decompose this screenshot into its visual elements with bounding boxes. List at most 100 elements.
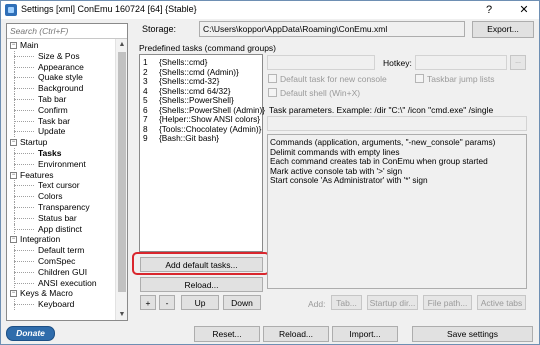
sidebar-item[interactable]: Background	[7, 83, 115, 94]
title-bar: Settings [xml] ConEmu 160724 [64] {Stabl…	[1, 1, 539, 19]
task-name-field[interactable]	[267, 55, 375, 70]
export-button[interactable]: Export...	[472, 21, 534, 38]
tree-connector	[14, 98, 34, 100]
sidebar-item-label: Quake style	[38, 72, 83, 83]
help-button[interactable]: ?	[475, 1, 503, 19]
scroll-thumb[interactable]	[118, 52, 126, 292]
collapse-icon[interactable]: −	[10, 290, 17, 298]
sidebar-item-label: Features	[20, 169, 54, 180]
settings-window: Settings [xml] ConEmu 160724 [64] {Stabl…	[0, 0, 540, 345]
sidebar-item-label: Confirm	[38, 104, 68, 115]
sidebar-item-label: Status bar	[38, 212, 77, 223]
commands-textarea[interactable]: Commands (application, arguments, "-new_…	[267, 134, 527, 289]
task-name: {Shells::cmd}	[159, 57, 208, 67]
reset-button[interactable]: Reset...	[194, 326, 260, 342]
scroll-down-arrow-icon[interactable]: ▼	[116, 309, 127, 320]
scroll-up-arrow-icon[interactable]: ▲	[116, 39, 127, 51]
active-tabs-button[interactable]: Active tabs	[477, 295, 526, 310]
reload-settings-button[interactable]: Reload...	[263, 326, 329, 342]
sidebar-item[interactable]: Appearance	[7, 61, 115, 73]
sidebar-item-label: Colors	[38, 191, 63, 202]
reload-tasks-button[interactable]: Reload...	[140, 277, 263, 292]
commands-hint-line: Start console 'As Administrator' with '*…	[270, 175, 428, 185]
sidebar-item[interactable]: − Main	[7, 40, 115, 51]
tree-connector	[14, 55, 34, 57]
sidebar-item[interactable]: Tab bar	[7, 93, 115, 105]
tree-line	[14, 180, 15, 192]
hotkey-field[interactable]	[415, 55, 507, 70]
sidebar-item[interactable]: Text cursor	[7, 180, 115, 192]
donate-button[interactable]: Donate	[6, 326, 55, 341]
sidebar-item[interactable]: Update	[7, 126, 115, 138]
sidebar-item[interactable]: ANSI execution	[7, 277, 115, 289]
sidebar-item[interactable]: ComSpec	[7, 255, 115, 267]
add-task-button[interactable]: +	[140, 295, 156, 310]
sidebar-item[interactable]: Confirm	[7, 104, 115, 116]
storage-label: Storage:	[142, 24, 177, 34]
save-settings-button[interactable]: Save settings	[412, 326, 533, 342]
conemu-app-icon	[5, 4, 17, 16]
sidebar-item[interactable]: Task bar	[7, 115, 115, 127]
task-parameters-field[interactable]	[267, 116, 527, 131]
sidebar-item[interactable]: Size & Pos	[7, 50, 115, 62]
taskbar-jumplist-checkbox[interactable]: Taskbar jump lists	[415, 74, 495, 84]
collapse-icon[interactable]: −	[10, 236, 17, 244]
default-shell-checkbox[interactable]: Default shell (Win+X)	[268, 88, 360, 98]
tree-connector	[14, 163, 34, 165]
sidebar-item-label: Tab bar	[38, 93, 67, 104]
sidebar-item[interactable]: − Integration	[7, 234, 115, 245]
tree-line	[14, 201, 15, 213]
sidebar-item-label: Startup	[20, 137, 48, 148]
hotkey-picker-button[interactable]: ...	[510, 55, 526, 70]
tree-line	[14, 245, 15, 256]
remove-task-button[interactable]: -	[159, 295, 175, 310]
tree-connector	[14, 206, 34, 208]
tree-line	[14, 299, 15, 310]
task-name: {Shells::PowerShell (Admin)}	[159, 104, 266, 115]
sidebar-item[interactable]: Tasks	[7, 147, 115, 159]
task-name: {Tools::Chocolatey (Admin)}	[159, 123, 262, 134]
settings-tree: −MainSize & PosAppearanceQuake styleBack…	[6, 23, 128, 321]
sidebar-item[interactable]: Transparency	[7, 201, 115, 213]
sidebar-item[interactable]: Default term	[7, 245, 115, 256]
tree-scrollbar[interactable]: ▲ ▼	[115, 39, 127, 320]
sidebar-item[interactable]: − Features	[7, 170, 115, 181]
add-tab-button[interactable]: Tab...	[331, 295, 362, 310]
task-list[interactable]: 1 {Shells::cmd} 2 {Shells::cmd (Admin)} 3 {Sh…	[139, 54, 266, 252]
tree-connector	[14, 66, 34, 68]
sidebar-item[interactable]: − Keys & Macro	[7, 288, 115, 299]
sidebar-item[interactable]: Children GUI	[7, 266, 115, 278]
task-name: {Bash::Git bash}	[159, 133, 219, 143]
storage-path-field[interactable]: C:\Users\koppor\AppData\Roaming\ConEmu.x…	[199, 21, 465, 37]
sidebar-item[interactable]: App distinct	[7, 223, 115, 235]
sidebar-item[interactable]: Environment	[7, 158, 115, 170]
tree-connector	[14, 185, 34, 187]
import-button[interactable]: Import...	[332, 326, 398, 342]
sidebar-item-label: Environment	[38, 158, 86, 169]
sidebar-item[interactable]: Status bar	[7, 212, 115, 224]
file-path-button[interactable]: File path...	[423, 295, 472, 310]
sidebar-item[interactable]: Quake style	[7, 72, 115, 84]
add-default-tasks-button[interactable]: Add default tasks...	[140, 257, 263, 272]
move-up-button[interactable]: Up	[181, 295, 219, 310]
startup-dir-button[interactable]: Startup dir...	[367, 295, 418, 310]
tree-line	[14, 50, 15, 62]
default-task-checkbox[interactable]: Default task for new console	[268, 74, 387, 84]
tree-connector	[14, 304, 34, 306]
close-button[interactable]: ✕	[509, 1, 539, 19]
search-input[interactable]	[7, 24, 127, 38]
task-list-item[interactable]: 9 {Bash::Git bash}	[143, 133, 262, 144]
tree-line	[14, 93, 15, 105]
collapse-icon[interactable]: −	[10, 139, 17, 147]
collapse-icon[interactable]: −	[10, 171, 17, 179]
sidebar-item-label: Keyboard	[38, 299, 75, 310]
sidebar-item[interactable]: − Startup	[7, 137, 115, 148]
sidebar-item[interactable]: Keyboard	[7, 299, 115, 310]
sidebar-item-label: ComSpec	[38, 255, 76, 266]
tree-items: − Main Size & Pos Appearance Quake style Back…	[7, 40, 115, 310]
collapse-icon[interactable]: −	[10, 42, 17, 49]
sidebar-item-label: App distinct	[38, 223, 82, 234]
move-down-button[interactable]: Down	[223, 295, 261, 310]
sidebar-item[interactable]: Colors	[7, 191, 115, 202]
sidebar-item-label: Size & Pos	[38, 50, 80, 61]
